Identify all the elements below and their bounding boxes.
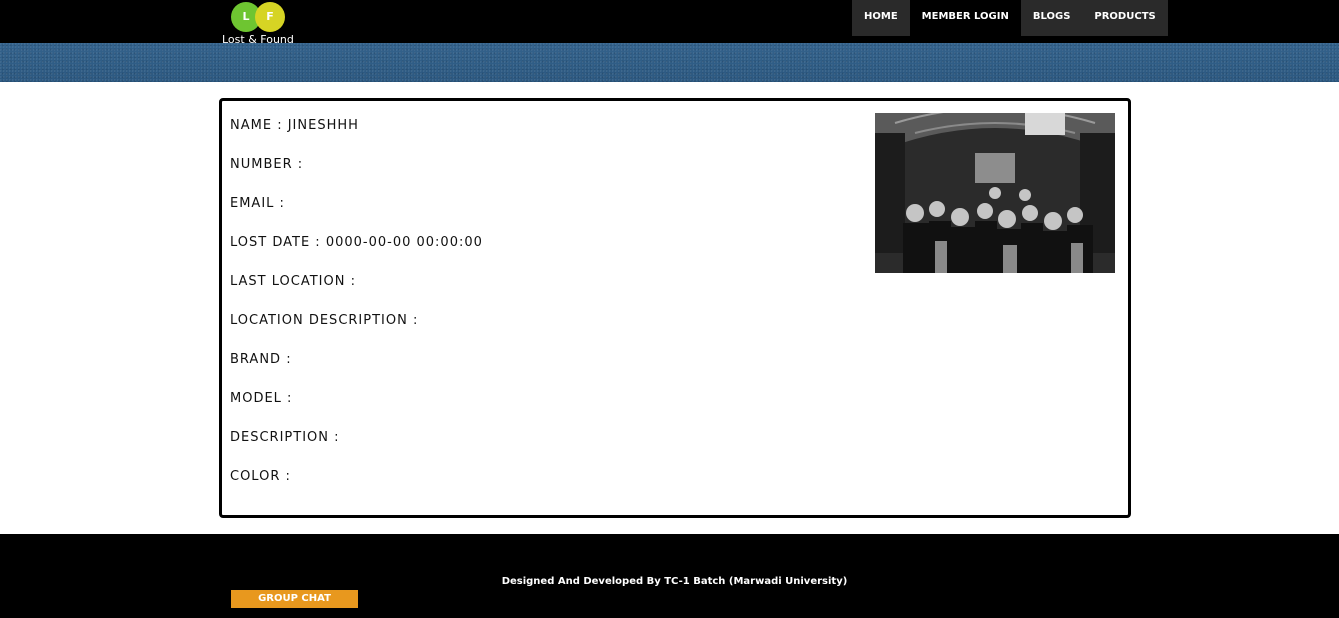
item-photo <box>875 113 1115 273</box>
site-logo[interactable]: L F Lost & Found <box>221 2 301 46</box>
field-name: NAME : JINESHHH <box>230 118 359 133</box>
field-name-label: NAME <box>230 118 273 133</box>
field-brand-label: BRAND <box>230 352 282 367</box>
field-color: COLOR : <box>230 469 291 484</box>
nav-member-login[interactable]: MEMBER LOGIN <box>909 0 1021 36</box>
top-navbar: L F Lost & Found HOME MEMBER LOGIN BLOGS… <box>0 0 1339 46</box>
group-chat-button[interactable]: GROUP CHAT <box>231 590 358 608</box>
field-model-label: MODEL <box>230 391 282 406</box>
footer: Designed And Developed By TC-1 Batch (Ma… <box>0 534 1339 618</box>
footer-credit: Designed And Developed By TC-1 Batch (Ma… <box>501 576 848 587</box>
field-color-label: COLOR <box>230 469 281 484</box>
field-last-location-label: LAST LOCATION <box>230 274 346 289</box>
field-number-label: NUMBER <box>230 157 293 172</box>
nav-blogs[interactable]: BLOGS <box>1020 0 1083 36</box>
field-brand: BRAND : <box>230 352 292 367</box>
main-nav: HOME MEMBER LOGIN BLOGS PRODUCTS <box>852 0 1168 36</box>
field-location-description: LOCATION DESCRIPTION : <box>230 313 419 328</box>
field-email-label: EMAIL <box>230 196 275 211</box>
nav-home[interactable]: HOME <box>852 0 910 36</box>
header-banner <box>0 43 1339 82</box>
nav-products[interactable]: PRODUCTS <box>1082 0 1168 36</box>
lost-item-details-card: NAME : JINESHHH NUMBER : EMAIL : LOST DA… <box>219 98 1131 518</box>
field-model: MODEL : <box>230 391 293 406</box>
field-email: EMAIL : <box>230 196 285 211</box>
field-name-value: JINESHHH <box>287 118 359 133</box>
field-lost-date-value: 0000-00-00 00:00:00 <box>325 235 483 250</box>
field-description-label: DESCRIPTION <box>230 430 329 445</box>
field-description: DESCRIPTION : <box>230 430 340 445</box>
field-lost-date: LOST DATE : 0000-00-00 00:00:00 <box>230 235 483 250</box>
field-last-location: LAST LOCATION : <box>230 274 356 289</box>
field-number: NUMBER : <box>230 157 304 172</box>
field-lost-date-label: LOST DATE <box>230 235 311 250</box>
logo-circle-f: F <box>255 2 285 32</box>
field-location-description-label: LOCATION DESCRIPTION <box>230 313 408 328</box>
